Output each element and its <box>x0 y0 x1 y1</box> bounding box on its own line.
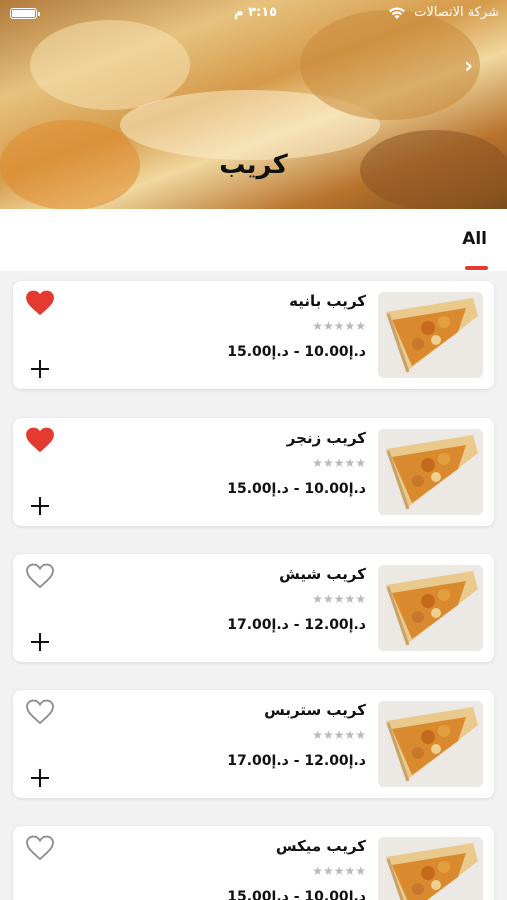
add-to-cart-button[interactable] <box>29 767 51 789</box>
product-price: د.إ10.00 - د.إ15.00 <box>227 481 366 497</box>
product-name[interactable]: كريب بانيه <box>289 292 366 310</box>
heart-icon[interactable] <box>26 835 54 861</box>
category-title: كريب <box>219 150 288 180</box>
product-card[interactable]: كريب شيش ★★★★★ د.إ12.00 - د.إ17.00 <box>13 554 494 662</box>
chevron-right-icon[interactable]: › <box>464 56 482 78</box>
category-tab-bar: All <box>0 209 507 271</box>
product-price: د.إ12.00 - د.إ17.00 <box>227 753 366 769</box>
product-name[interactable]: كريب ميكس <box>276 837 366 855</box>
heart-icon[interactable] <box>26 290 54 316</box>
rating-stars: ★★★★★ <box>312 864 366 878</box>
product-image[interactable] <box>378 837 483 900</box>
product-name[interactable]: كريب ستربس <box>264 701 366 719</box>
hero-food-highlight <box>30 20 190 110</box>
heart-icon[interactable] <box>26 699 54 725</box>
tab-selected-indicator <box>465 266 488 270</box>
product-image[interactable] <box>378 292 483 378</box>
carrier-name: شركة الاتصالات <box>414 5 499 20</box>
product-card[interactable]: كريب ستربس ★★★★★ د.إ12.00 - د.إ17.00 <box>13 690 494 798</box>
rating-stars: ★★★★★ <box>312 319 366 333</box>
battery-icon <box>10 8 40 19</box>
product-price: د.إ10.00 - د.إ15.00 <box>227 889 366 900</box>
product-name[interactable]: كريب زنجر <box>287 429 366 447</box>
product-card[interactable]: كريب زنجر ★★★★★ د.إ10.00 - د.إ15.00 <box>13 418 494 526</box>
product-image[interactable] <box>378 429 483 515</box>
heart-icon[interactable] <box>26 563 54 589</box>
product-price: د.إ12.00 - د.إ17.00 <box>227 617 366 633</box>
product-image[interactable] <box>378 701 483 787</box>
product-name[interactable]: كريب شيش <box>279 565 366 583</box>
product-image[interactable] <box>378 565 483 651</box>
product-price: د.إ10.00 - د.إ15.00 <box>227 344 366 360</box>
rating-stars: ★★★★★ <box>312 592 366 606</box>
tab-all[interactable]: All <box>462 229 487 249</box>
status-bar: ٣:١٥ م شركة الاتصالات <box>0 0 507 28</box>
category-hero-banner: ٣:١٥ م شركة الاتصالات › كريب <box>0 0 507 209</box>
product-card[interactable]: كريب ميكس ★★★★★ د.إ10.00 - د.إ15.00 <box>13 826 494 900</box>
wifi-icon <box>389 7 405 19</box>
add-to-cart-button[interactable] <box>29 358 51 380</box>
status-time: ٣:١٥ م <box>234 5 278 20</box>
add-to-cart-button[interactable] <box>29 495 51 517</box>
add-to-cart-button[interactable] <box>29 631 51 653</box>
heart-icon[interactable] <box>26 427 54 453</box>
rating-stars: ★★★★★ <box>312 456 366 470</box>
rating-stars: ★★★★★ <box>312 728 366 742</box>
product-card[interactable]: كريب بانيه ★★★★★ د.إ10.00 - د.إ15.00 <box>13 281 494 389</box>
